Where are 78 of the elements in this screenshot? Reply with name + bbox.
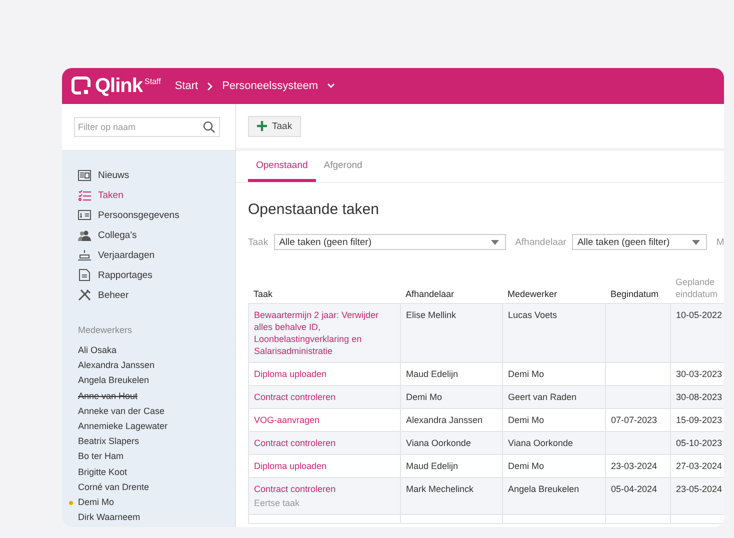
tools-icon xyxy=(78,289,91,301)
table-cell: 10-05-2022 xyxy=(676,310,722,320)
employee-link[interactable]: Anneke van der Case xyxy=(78,406,165,416)
task-link[interactable]: Contract controleren xyxy=(254,483,395,495)
column-header[interactable]: Begindatum xyxy=(606,276,670,304)
checklist-icon xyxy=(78,190,91,200)
employee-link[interactable]: Anne van Hout xyxy=(78,390,138,401)
table-cell: 15-09-2023 xyxy=(676,415,722,425)
filter-label: Afhandelaar xyxy=(515,236,566,248)
employee-link[interactable]: Corné van Drente xyxy=(78,482,150,492)
table-cell: Maud Edelijn xyxy=(406,369,458,379)
search-icon xyxy=(203,121,215,133)
employee-link[interactable]: Annemieke Lagewater xyxy=(78,420,168,431)
newspaper-icon xyxy=(78,170,91,180)
employee-link[interactable]: Demi Mo xyxy=(78,496,114,507)
cake-icon xyxy=(78,250,91,260)
table-cell: Viana Oorkonde xyxy=(406,438,471,448)
employee-link[interactable]: Angela Breukelen xyxy=(78,375,150,386)
staff-label: Staff xyxy=(144,77,161,86)
table-cell: Demi Mo xyxy=(508,369,544,379)
section-heading: Medewerkers xyxy=(78,325,134,335)
breadcrumb-link[interactable]: Personeelssysteem xyxy=(222,80,318,92)
id-card-icon xyxy=(78,210,91,220)
employee-link[interactable]: Brigitte Koot xyxy=(78,466,128,476)
menu-item[interactable]: Persoonsgegevens xyxy=(78,205,235,225)
employee-link[interactable]: Alexandra Janssen xyxy=(78,360,155,370)
column-header[interactable]: Taak xyxy=(248,276,400,304)
document-icon xyxy=(78,269,91,281)
filter-label: Taak xyxy=(248,236,268,248)
menu-item[interactable]: Collega's xyxy=(78,225,235,245)
table-cell: Demi Mo xyxy=(508,461,544,471)
table-cell: 30-08-2023 xyxy=(676,392,722,402)
column-header[interactable]: Afhandelaar xyxy=(400,276,502,304)
employee-link[interactable]: Ali Osaka xyxy=(78,345,117,355)
filter-label: M xyxy=(716,236,724,248)
menu-item[interactable]: Nieuws xyxy=(78,165,235,185)
table-cell: Demi Mo xyxy=(508,415,544,425)
chevron-icon xyxy=(207,82,214,90)
table-cell: Elise Mellink xyxy=(406,310,456,320)
caret-icon xyxy=(491,240,500,244)
caret-icon xyxy=(327,83,336,89)
table-cell: Mark Mechelinck xyxy=(406,484,474,494)
table-cell: Angela Breukelen xyxy=(508,484,580,494)
plus-icon xyxy=(257,121,267,131)
logo-icon xyxy=(71,76,91,96)
table-cell: 07-07-2023 xyxy=(611,415,658,425)
menu-item[interactable]: Verjaardagen xyxy=(78,245,235,265)
table-cell: Alexandra Janssen xyxy=(406,415,483,425)
table-cell: Demi Mo xyxy=(406,392,442,402)
filter-select[interactable]: Alle taken (geen filter) xyxy=(572,234,708,250)
table-cell: 27-03-2024 xyxy=(676,461,722,471)
table-cell: 30-03-2023 xyxy=(676,369,722,379)
table-cell: Lucas Voets xyxy=(508,310,558,320)
employee-link[interactable]: Bo ter Ham xyxy=(78,451,124,462)
table-cell: 23-05-2024 xyxy=(676,484,722,494)
table-cell: Geert van Raden xyxy=(508,392,577,402)
filter-select[interactable]: Alle taken (geen filter) xyxy=(274,234,506,250)
table-cell: Maud Edelijn xyxy=(406,461,458,471)
table-cell: 23-03-2024 xyxy=(611,461,658,471)
page-title: Openstaande taken xyxy=(248,201,380,218)
add-task-button[interactable]: Taak xyxy=(248,116,302,136)
column-header[interactable]: Medewerker xyxy=(502,276,606,304)
task-note: Eertse taak xyxy=(254,497,301,509)
menu-item[interactable]: Beheer xyxy=(78,285,235,305)
breadcrumb-link[interactable]: Start xyxy=(174,80,198,92)
employee-link[interactable]: Dirk Waarneem xyxy=(78,512,140,522)
table-cell: Viana Oorkonde xyxy=(508,438,573,448)
tab[interactable]: Openstaand xyxy=(248,151,316,182)
logo-text: Qlink xyxy=(95,74,143,98)
menu-item[interactable]: Rapportages xyxy=(78,265,235,285)
table-cell: 05-10-2023 xyxy=(676,438,722,448)
menu-item[interactable]: Taken xyxy=(78,185,235,205)
tab[interactable]: Afgerond xyxy=(316,151,370,182)
employee-link[interactable]: Beatrix Slapers xyxy=(78,436,140,446)
table-cell: 05-04-2024 xyxy=(611,484,658,494)
caret-icon xyxy=(692,240,700,244)
people-icon xyxy=(78,230,91,240)
search-field[interactable]: Filter op naam xyxy=(74,117,220,137)
